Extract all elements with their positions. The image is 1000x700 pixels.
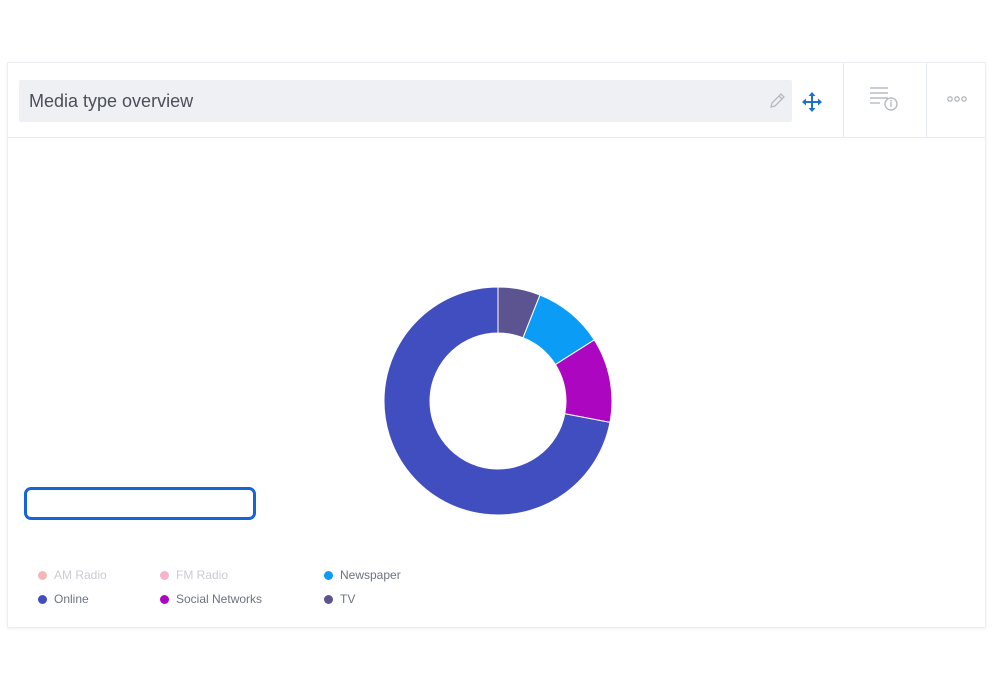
legend-dot-icon — [160, 594, 169, 604]
legend-label: Newspaper — [340, 568, 401, 582]
list-info-icon[interactable] — [866, 81, 902, 117]
move-arrows-icon[interactable] — [800, 90, 824, 114]
legend-dot-icon — [160, 570, 169, 580]
legend-item-tv[interactable]: TV — [324, 592, 355, 606]
legend-item-am-radio[interactable]: AM Radio — [38, 568, 107, 582]
legend-dot-icon — [324, 594, 333, 604]
legend-dot-icon — [324, 570, 333, 580]
legend-dot-icon — [38, 594, 47, 604]
legend-dot-icon — [38, 570, 47, 580]
legend-label: AM Radio — [54, 568, 107, 582]
chart-area: AM Radio FM Radio Newspaper Online Social Ne… — [8, 138, 985, 628]
chart-legend: AM Radio FM Radio Newspaper Online Social Ne… — [38, 568, 458, 628]
legend-item-fm-radio[interactable]: FM Radio — [160, 568, 228, 582]
widget-title: Media type overview — [29, 91, 194, 111]
more-dots-icon[interactable] — [940, 81, 976, 117]
legend-label: FM Radio — [176, 568, 229, 582]
legend-item-online[interactable]: Online — [38, 592, 89, 606]
widget-header: Media type overview — [8, 63, 985, 138]
legend-item-newspaper[interactable]: Newspaper — [324, 568, 401, 582]
legend-label: Social Networks — [176, 592, 263, 606]
legend-label: Online — [54, 592, 89, 606]
legend-label: TV — [340, 592, 356, 606]
header-divider — [926, 63, 927, 137]
media-type-widget: Media type overview AM Radio FM Radio Ne… — [7, 62, 986, 628]
legend-item-social-networks[interactable]: Social Networks — [160, 592, 262, 606]
page: Media type overview AM Radio FM Radio Ne… — [0, 0, 1000, 700]
widget-title-field[interactable]: Media type overview — [19, 80, 792, 122]
header-divider — [843, 63, 844, 137]
pencil-icon[interactable] — [766, 90, 788, 112]
donut-chart — [383, 286, 613, 516]
